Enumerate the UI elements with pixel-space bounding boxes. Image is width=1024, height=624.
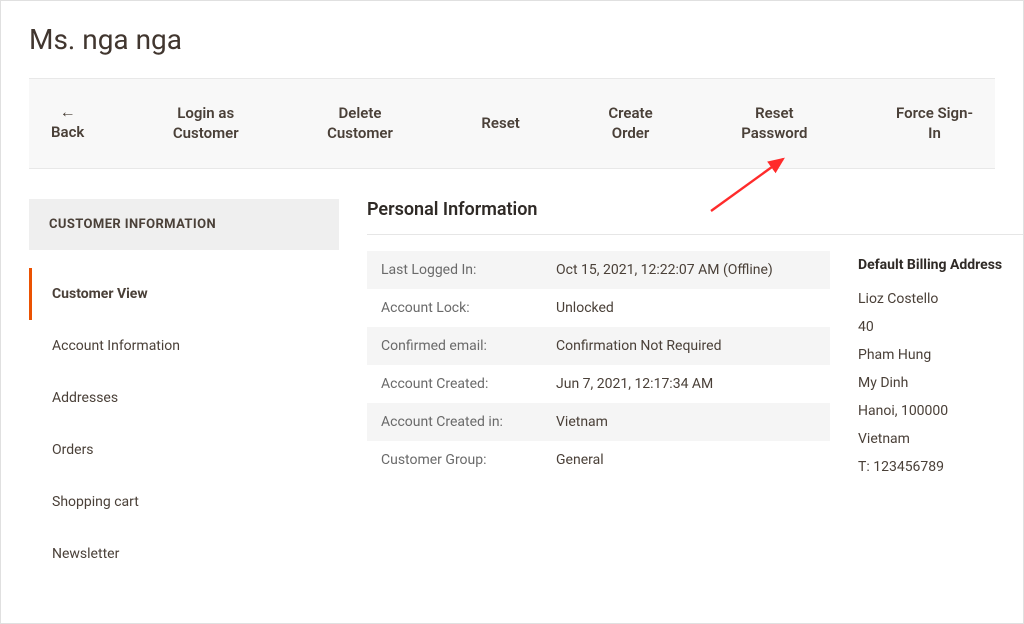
info-value: Jun 7, 2021, 12:17:34 AM xyxy=(542,365,830,403)
delete-customer-label-1: Delete xyxy=(339,104,382,122)
force-signin-button[interactable]: Force Sign- In xyxy=(892,95,977,152)
info-label: Account Lock: xyxy=(367,289,542,327)
back-button[interactable]: ← Back xyxy=(47,96,88,150)
login-as-customer-button[interactable]: Login as Customer xyxy=(169,95,243,152)
content-area: CUSTOMER INFORMATION Customer View Accou… xyxy=(1,169,1023,580)
delete-customer-button[interactable]: Delete Customer xyxy=(323,95,397,152)
force-signin-label-1: Force Sign- xyxy=(896,104,973,122)
table-row: Last Logged In: Oct 15, 2021, 12:22:07 A… xyxy=(367,251,830,289)
sidebar-item-label: Shopping cart xyxy=(52,494,139,510)
sidebar-item-label: Newsletter xyxy=(52,546,119,562)
table-row: Account Created in: Vietnam xyxy=(367,403,830,441)
sidebar-item-label: Orders xyxy=(52,442,94,458)
info-label: Account Created: xyxy=(367,365,542,403)
info-value: Unlocked xyxy=(542,289,830,327)
reset-password-label-2: Password xyxy=(741,124,807,142)
sidebar-item-customer-view[interactable]: Customer View xyxy=(29,268,339,320)
default-billing-address: Default Billing Address Lioz Costello 40… xyxy=(858,251,1023,481)
reset-button-label: Reset xyxy=(481,114,519,132)
info-value: Vietnam xyxy=(542,403,830,441)
info-label: Last Logged In: xyxy=(367,251,542,289)
create-order-label-1: Create xyxy=(608,104,652,122)
table-row: Customer Group: General xyxy=(367,441,830,479)
login-as-customer-label-2: Customer xyxy=(173,124,239,142)
page-title: Ms. nga nga xyxy=(1,1,1023,78)
delete-customer-label-2: Customer xyxy=(327,124,393,142)
billing-city-zip: Hanoi, 100000 xyxy=(858,397,1023,425)
sidebar-header: CUSTOMER INFORMATION xyxy=(29,199,339,250)
divider xyxy=(367,234,1023,235)
table-row: Account Created: Jun 7, 2021, 12:17:34 A… xyxy=(367,365,830,403)
sidebar: CUSTOMER INFORMATION Customer View Accou… xyxy=(29,199,339,580)
sidebar-item-addresses[interactable]: Addresses xyxy=(29,372,339,424)
info-value: Confirmation Not Required xyxy=(542,327,830,365)
main-panel: Personal Information Last Logged In: Oct… xyxy=(367,199,1023,580)
sidebar-item-shopping-cart[interactable]: Shopping cart xyxy=(29,476,339,528)
billing-line: Pham Hung xyxy=(858,341,1023,369)
sidebar-item-label: Addresses xyxy=(52,390,118,406)
sidebar-item-label: Account Information xyxy=(52,338,180,354)
back-button-label: Back xyxy=(51,123,84,141)
action-toolbar: ← Back Login as Customer Delete Customer… xyxy=(29,78,995,169)
reset-password-label-1: Reset xyxy=(755,104,793,122)
info-label: Confirmed email: xyxy=(367,327,542,365)
sidebar-item-label: Customer View xyxy=(52,286,148,302)
billing-country: Vietnam xyxy=(858,425,1023,453)
personal-info-wrap: Last Logged In: Oct 15, 2021, 12:22:07 A… xyxy=(367,251,1023,481)
billing-line: 40 xyxy=(858,313,1023,341)
personal-info-table: Last Logged In: Oct 15, 2021, 12:22:07 A… xyxy=(367,251,830,479)
customer-detail-page: Ms. nga nga ← Back Login as Customer Del… xyxy=(0,0,1024,624)
info-value: Oct 15, 2021, 12:22:07 AM (Offline) xyxy=(542,251,830,289)
reset-password-button[interactable]: Reset Password xyxy=(737,95,811,152)
sidebar-item-orders[interactable]: Orders xyxy=(29,424,339,476)
sidebar-nav: Customer View Account Information Addres… xyxy=(29,268,339,580)
billing-phone: T: 123456789 xyxy=(858,453,1023,481)
info-label: Account Created in: xyxy=(367,403,542,441)
table-row: Account Lock: Unlocked xyxy=(367,289,830,327)
info-value: General xyxy=(542,441,830,479)
table-row: Confirmed email: Confirmation Not Requir… xyxy=(367,327,830,365)
billing-name: Lioz Costello xyxy=(858,285,1023,313)
force-signin-label-2: In xyxy=(928,124,941,142)
reset-button[interactable]: Reset xyxy=(477,105,523,141)
sidebar-item-newsletter[interactable]: Newsletter xyxy=(29,528,339,580)
info-label: Customer Group: xyxy=(367,441,542,479)
billing-title: Default Billing Address xyxy=(858,251,1023,279)
login-as-customer-label-1: Login as xyxy=(177,104,234,122)
create-order-label-2: Order xyxy=(612,124,650,142)
billing-line: My Dinh xyxy=(858,369,1023,397)
back-arrow-icon: ← xyxy=(51,104,84,120)
create-order-button[interactable]: Create Order xyxy=(604,95,656,152)
sidebar-item-account-information[interactable]: Account Information xyxy=(29,320,339,372)
section-title: Personal Information xyxy=(367,199,1023,220)
